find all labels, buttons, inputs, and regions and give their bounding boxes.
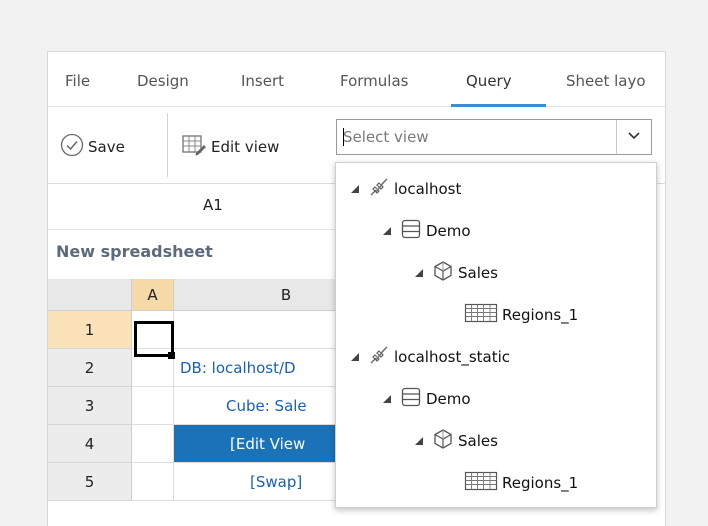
- database-icon: [400, 218, 422, 244]
- tree-item-label: Demo: [426, 222, 471, 240]
- row-header-5[interactable]: 5: [48, 463, 132, 501]
- tab-formulas[interactable]: Formulas: [340, 72, 408, 90]
- cell-a4[interactable]: [132, 425, 174, 463]
- tree-item-label: localhost: [394, 180, 462, 198]
- tree-item-regions-view[interactable]: Regions_1: [464, 470, 578, 496]
- tree-item-label: Regions_1: [502, 474, 579, 492]
- tree-item-label: Sales: [458, 432, 498, 450]
- tree-item-localhost-static[interactable]: localhost_static: [350, 344, 510, 370]
- dropdown-toggle-button[interactable]: [616, 120, 651, 154]
- tree-item-label: Demo: [426, 390, 471, 408]
- save-label: Save: [88, 138, 125, 156]
- expanded-triangle-icon: [383, 395, 391, 403]
- tree-item-label: Sales: [458, 264, 498, 282]
- fill-handle[interactable]: [168, 352, 175, 359]
- cube-icon: [432, 428, 454, 454]
- save-button[interactable]: Save: [60, 133, 125, 161]
- checkmark-circle-icon: [60, 133, 84, 161]
- tab-query[interactable]: Query: [466, 72, 512, 90]
- toolbar-separator: [167, 113, 168, 177]
- tab-sheet-layout[interactable]: Sheet layo: [566, 72, 646, 90]
- tree-item-demo-database[interactable]: Demo: [382, 386, 471, 412]
- select-view-dropdown[interactable]: Select view: [336, 119, 652, 155]
- expanded-triangle-icon: [415, 269, 423, 277]
- expanded-triangle-icon: [351, 185, 359, 193]
- edit-grid-icon: [181, 133, 207, 161]
- row-header-3[interactable]: 3: [48, 387, 132, 425]
- row-header-1[interactable]: 1: [48, 311, 132, 349]
- row-header-4[interactable]: 4: [48, 425, 132, 463]
- ribbon-tabs: File Design Insert Formulas Query Sheet …: [48, 52, 665, 107]
- connection-icon: [368, 176, 390, 202]
- sheet-title: New spreadsheet: [56, 242, 213, 261]
- cube-icon: [432, 260, 454, 286]
- expanded-triangle-icon: [415, 437, 423, 445]
- select-view-placeholder: Select view: [343, 128, 429, 146]
- expanded-triangle-icon: [351, 353, 359, 361]
- chevron-down-icon: [627, 129, 641, 145]
- column-header-a[interactable]: A: [132, 279, 174, 311]
- tab-insert[interactable]: Insert: [241, 72, 284, 90]
- tree-item-sales-cube[interactable]: Sales: [414, 428, 498, 454]
- cell-a3[interactable]: [132, 387, 174, 425]
- tree-item-label: localhost_static: [394, 348, 511, 366]
- edit-view-button[interactable]: Edit view: [181, 133, 279, 161]
- row-header-2[interactable]: 2: [48, 349, 132, 387]
- tab-file[interactable]: File: [65, 72, 90, 90]
- table-view-icon: [464, 470, 498, 496]
- connection-icon: [368, 344, 390, 370]
- select-view-tree-popup: localhost Demo Sales Regions_1 localhost…: [335, 162, 657, 508]
- tree-item-regions-view[interactable]: Regions_1: [464, 302, 578, 328]
- database-icon: [400, 386, 422, 412]
- tree-item-label: Regions_1: [502, 306, 579, 324]
- select-all-corner[interactable]: [48, 279, 132, 311]
- tree-item-localhost[interactable]: localhost: [350, 176, 461, 202]
- expanded-triangle-icon: [383, 227, 391, 235]
- text-caret: [343, 128, 344, 146]
- edit-view-label: Edit view: [211, 138, 280, 156]
- tab-design[interactable]: Design: [137, 72, 189, 90]
- cell-a5[interactable]: [132, 463, 174, 501]
- tree-item-sales-cube[interactable]: Sales: [414, 260, 498, 286]
- table-view-icon: [464, 302, 498, 328]
- cell-reference-value: A1: [203, 196, 223, 214]
- tree-item-demo-database[interactable]: Demo: [382, 218, 471, 244]
